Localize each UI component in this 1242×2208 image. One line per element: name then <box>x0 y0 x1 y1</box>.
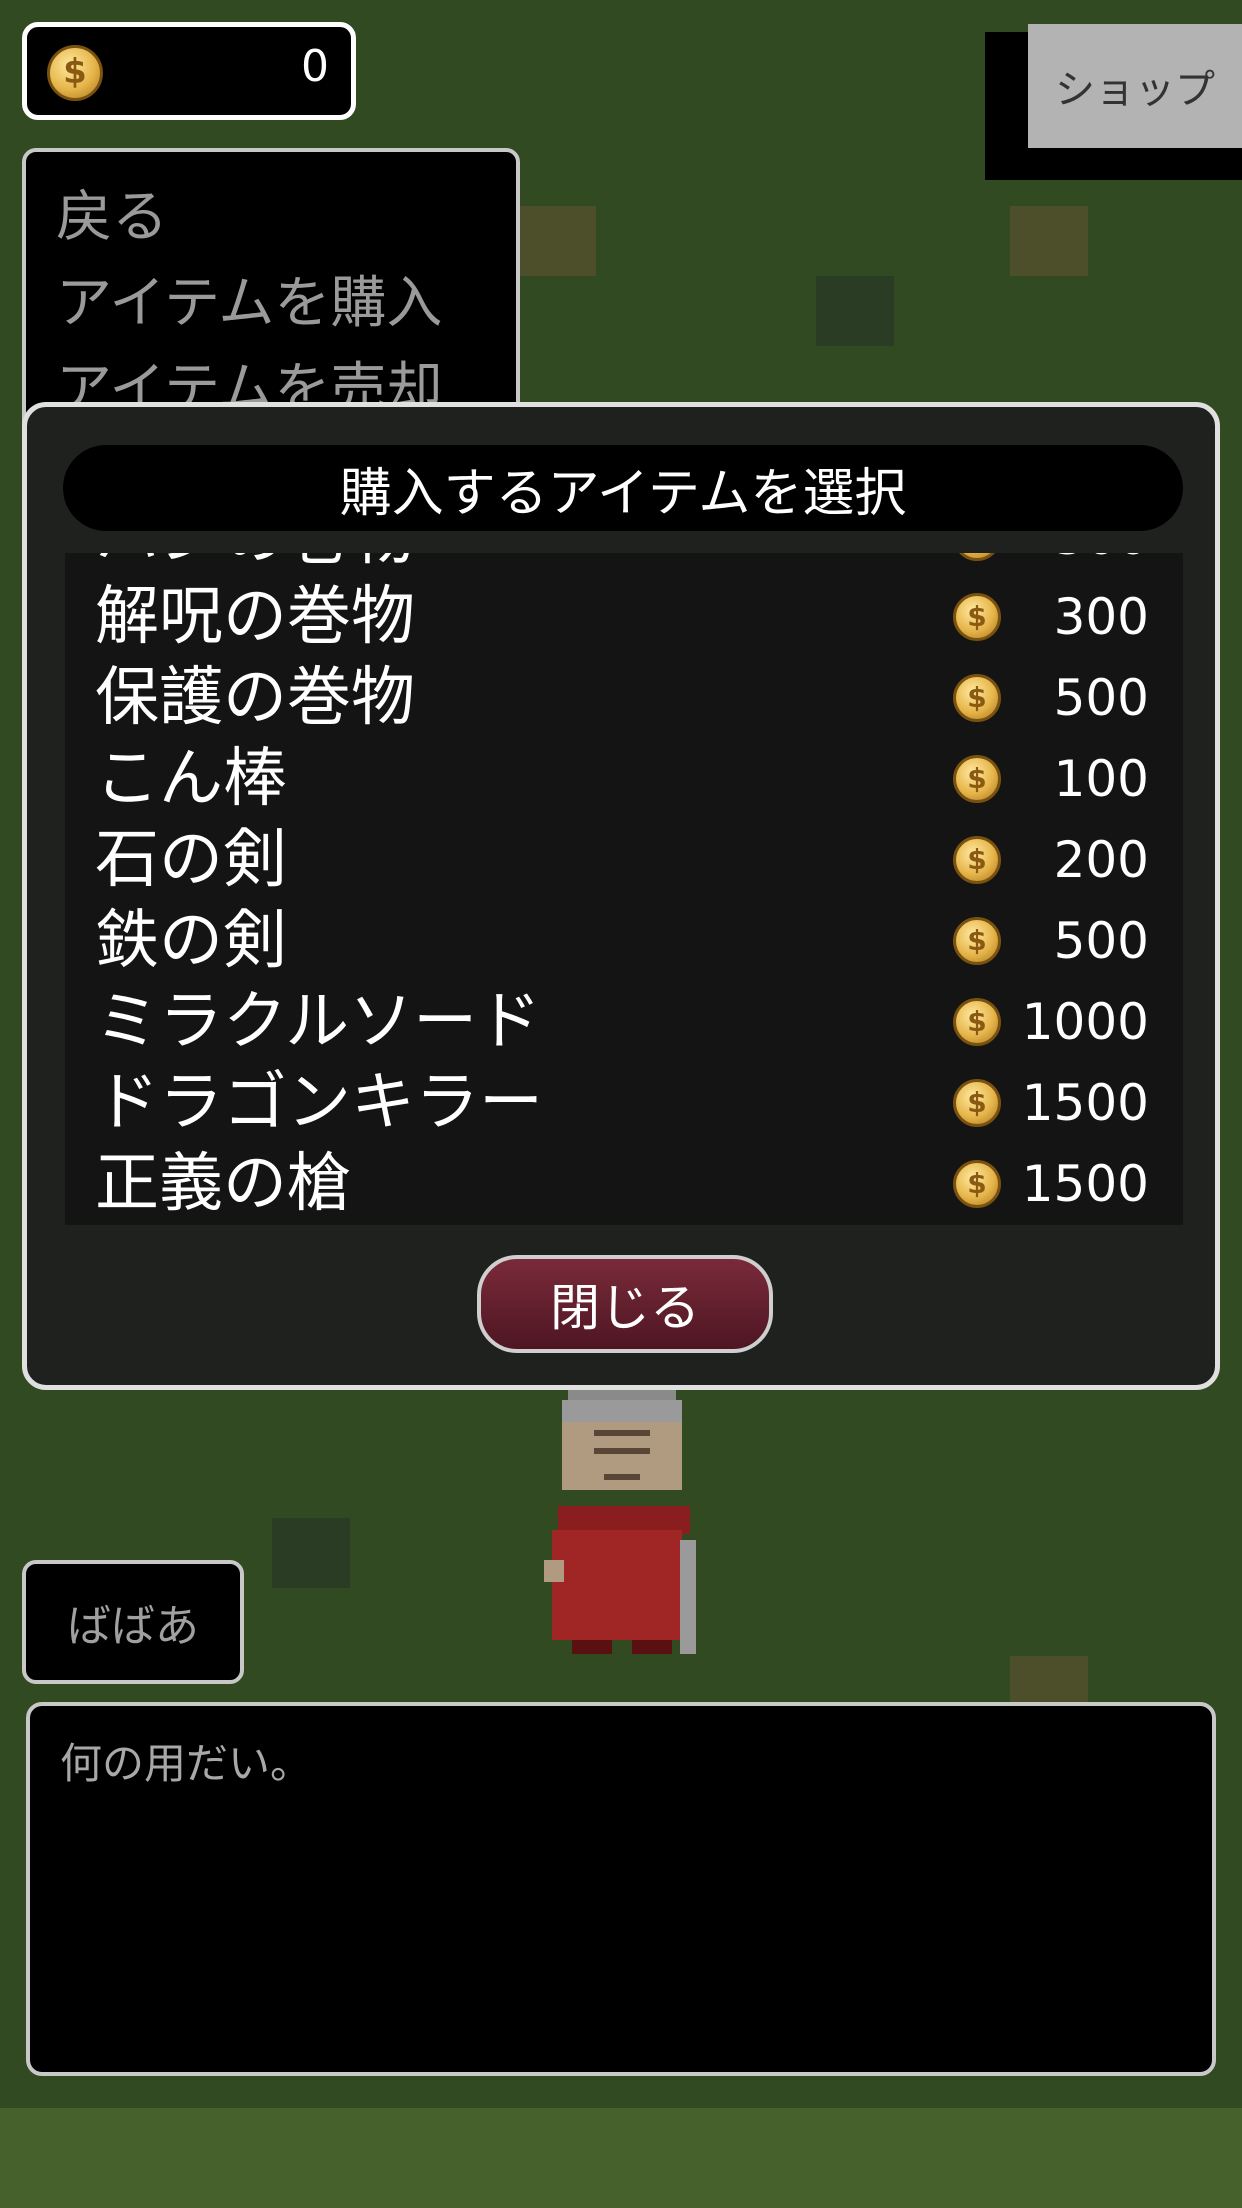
npc-foot <box>572 1640 612 1654</box>
item-row[interactable]: 石の剣 200 <box>65 820 1183 900</box>
coin-icon <box>953 755 1001 803</box>
ground-strip <box>0 2108 1242 2208</box>
ground-tile <box>272 1518 350 1588</box>
coin-icon <box>953 998 1001 1046</box>
item-name: 正義の槍 <box>95 1147 351 1221</box>
coin-icon <box>953 553 1001 561</box>
item-row[interactable]: 解呪の巻物 300 <box>65 577 1183 657</box>
item-row[interactable]: 保護の巻物 500 <box>65 658 1183 738</box>
npc-hand <box>544 1560 564 1582</box>
item-name: 解呪の巻物 <box>95 580 415 654</box>
item-row[interactable]: 鉄の剣 500 <box>65 901 1183 981</box>
item-row[interactable]: ハンの巻物 300 <box>65 553 1183 577</box>
coin-icon <box>953 1160 1001 1208</box>
ground-tile <box>518 206 596 276</box>
item-price: 500 <box>1053 912 1149 970</box>
npc-mouth <box>604 1474 640 1480</box>
item-row[interactable]: ドラゴンキラー 1500 <box>65 1063 1183 1143</box>
npc-hair <box>562 1400 682 1422</box>
ground-tile <box>1010 206 1088 276</box>
item-row[interactable]: ミラクルソード 1000 <box>65 982 1183 1062</box>
coin-count: 0 <box>301 41 329 92</box>
coin-icon <box>47 45 103 101</box>
item-name: ハンの巻物 <box>95 553 415 573</box>
npc-sprite[interactable] <box>542 1390 702 1660</box>
npc-shawl <box>558 1506 690 1534</box>
speaker-name: ばばあ <box>22 1560 244 1684</box>
purchase-dialog: 購入するアイテムを選択 ハンの巻物 300 解呪の巻物 300 保護の巻物 50… <box>22 402 1220 1390</box>
npc-foot <box>632 1640 672 1654</box>
coin-icon <box>953 674 1001 722</box>
dialog-text: 何の用だい。 <box>60 1739 313 1788</box>
item-name: ドラゴンキラー <box>95 1066 543 1140</box>
coin-icon <box>953 917 1001 965</box>
item-price: 300 <box>1053 588 1149 646</box>
item-row[interactable]: こん棒 100 <box>65 739 1183 819</box>
ground-tile <box>816 276 894 346</box>
item-price: 1500 <box>1021 1074 1149 1132</box>
item-list[interactable]: ハンの巻物 300 解呪の巻物 300 保護の巻物 500 こん棒 100 石の… <box>65 553 1183 1225</box>
item-row[interactable]: 正義の槍 1500 <box>65 1144 1183 1224</box>
modal-title: 購入するアイテムを選択 <box>63 445 1183 531</box>
item-price: 1000 <box>1021 993 1149 1051</box>
dialog-box[interactable]: 何の用だい。 <box>26 1702 1216 2076</box>
coin-counter: 0 <box>22 22 356 120</box>
menu-item-buy[interactable]: アイテムを購入 <box>56 276 442 332</box>
npc-brow <box>594 1430 650 1436</box>
item-price: 200 <box>1053 831 1149 889</box>
coin-icon <box>953 836 1001 884</box>
item-price: 100 <box>1053 750 1149 808</box>
item-price: 1500 <box>1021 1155 1149 1213</box>
npc-cane <box>680 1540 696 1654</box>
shop-button[interactable]: ショップ <box>1028 24 1242 148</box>
item-price: 300 <box>1054 553 1149 567</box>
menu-item-back[interactable]: 戻る <box>56 190 168 246</box>
coin-icon <box>953 593 1001 641</box>
item-name: 保護の巻物 <box>95 661 415 735</box>
item-name: 石の剣 <box>95 823 287 897</box>
item-name: こん棒 <box>95 742 287 816</box>
item-name: 鉄の剣 <box>95 904 287 978</box>
npc-eyes <box>594 1448 650 1454</box>
coin-icon <box>953 1079 1001 1127</box>
npc-robe <box>552 1530 682 1640</box>
item-name: ミラクルソード <box>95 985 542 1059</box>
item-price: 500 <box>1053 669 1149 727</box>
close-button[interactable]: 閉じる <box>477 1255 773 1353</box>
